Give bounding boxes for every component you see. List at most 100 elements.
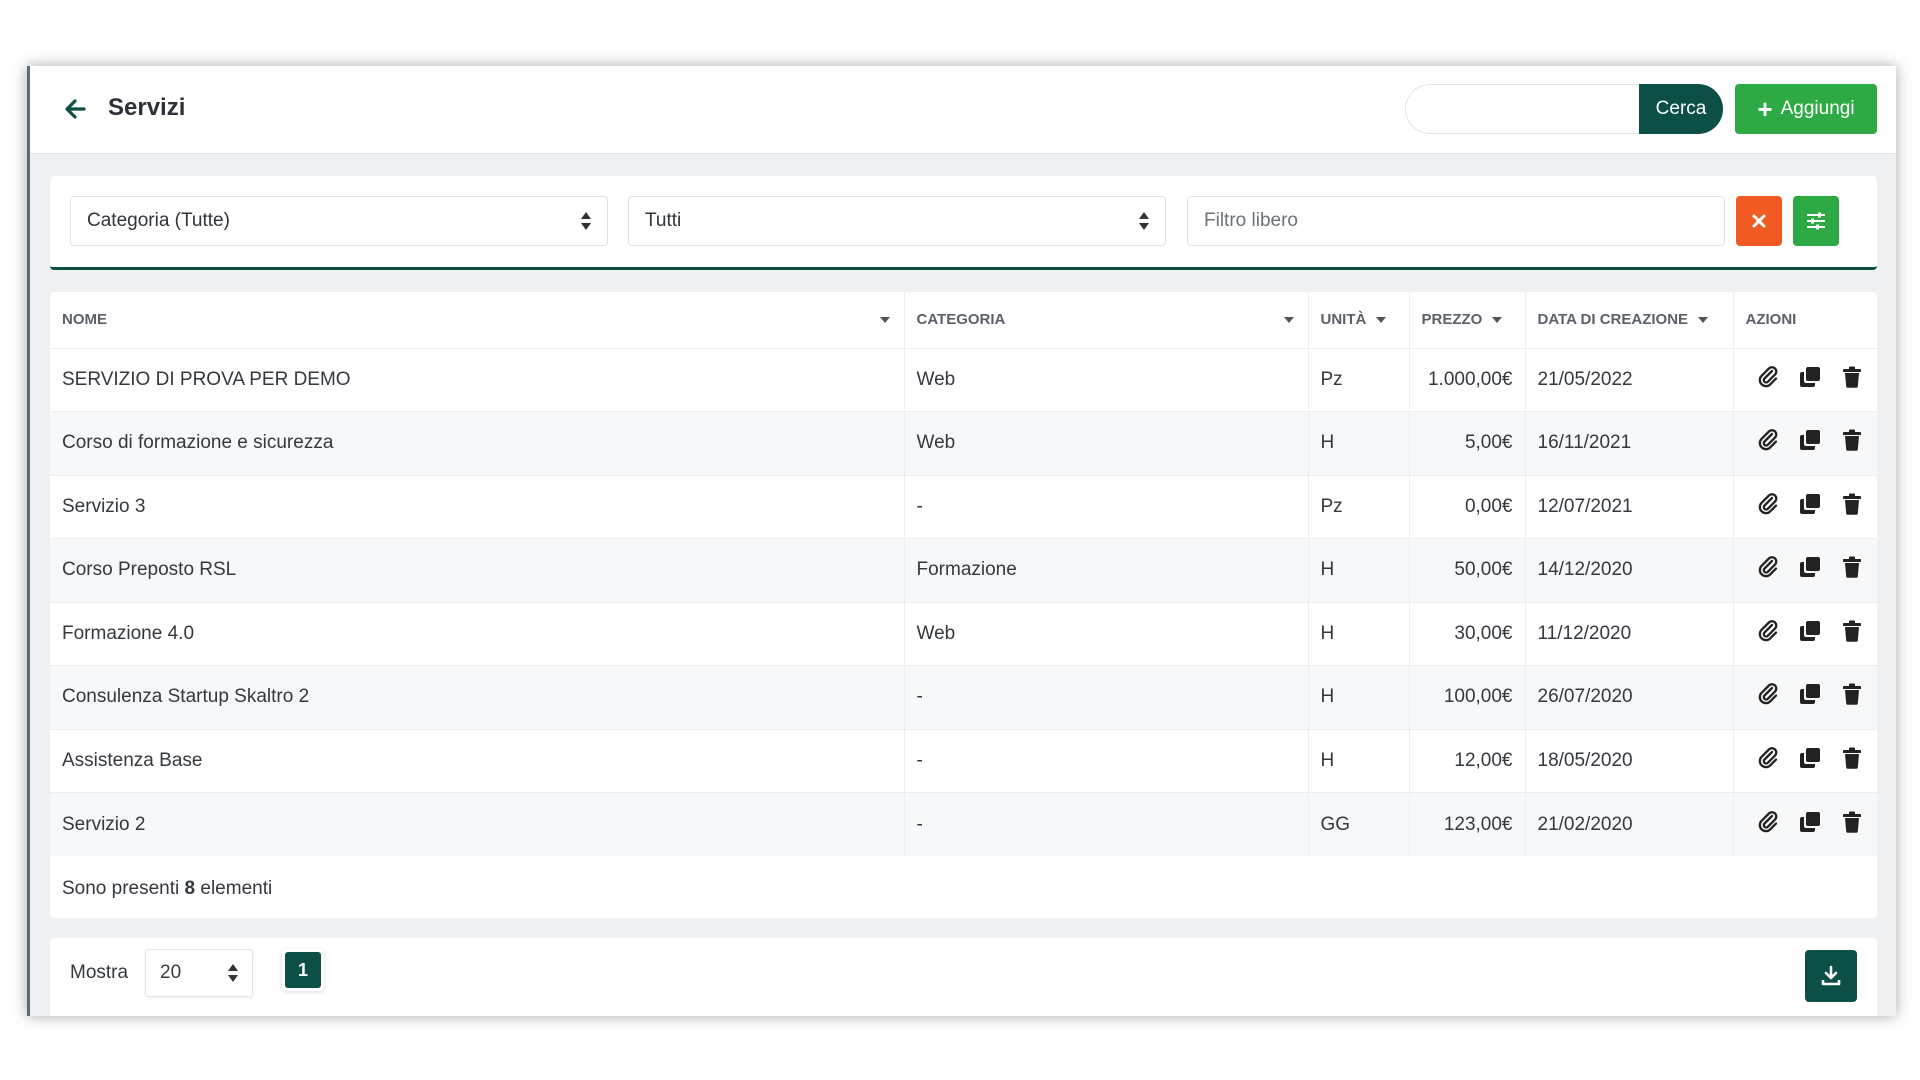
- delete-button[interactable]: [1840, 683, 1864, 709]
- add-button[interactable]: + Aggiungi: [1735, 84, 1877, 134]
- column-header-unita[interactable]: Unità: [1308, 292, 1410, 348]
- cell-data: 12/07/2021: [1525, 474, 1734, 539]
- status-select[interactable]: Tutti: [628, 196, 1166, 246]
- column-header-azioni: Azioni: [1745, 311, 1797, 329]
- duplicate-button[interactable]: [1798, 683, 1822, 711]
- copy-icon: [1799, 366, 1821, 394]
- plus-icon: +: [1757, 94, 1773, 124]
- category-select[interactable]: Categoria (Tutte): [70, 196, 608, 246]
- clear-filters-button[interactable]: [1736, 196, 1782, 246]
- sort-caret-icon: [1283, 317, 1294, 323]
- delete-button[interactable]: [1840, 620, 1864, 648]
- table-row[interactable]: SERVIZIO DI PROVA PER DEMO Web Pz 1.000,00€…: [50, 347, 1877, 412]
- attach-button[interactable]: [1756, 682, 1780, 712]
- delete-button[interactable]: [1840, 366, 1864, 392]
- table-row[interactable]: Assistenza Base - H 12,00€ 18/05/2020: [50, 728, 1877, 793]
- cell-data: 14/12/2020: [1525, 538, 1734, 602]
- duplicate-button[interactable]: [1798, 556, 1822, 584]
- duplicate-button[interactable]: [1798, 747, 1822, 773]
- pagination-bar: Mostra 20 1: [50, 938, 1877, 1016]
- cell-azioni: [1733, 728, 1877, 793]
- duplicate-button[interactable]: [1798, 493, 1822, 521]
- delete-button[interactable]: [1840, 747, 1864, 773]
- table-row[interactable]: Corso Preposto RSL Formazione H 50,00€ 14/12…: [50, 538, 1877, 602]
- search-group: Cerca: [1405, 84, 1723, 134]
- attach-button[interactable]: [1756, 746, 1780, 773]
- arrow-left-icon: [65, 99, 86, 119]
- attach-button[interactable]: [1756, 365, 1780, 392]
- copy-icon: [1799, 683, 1821, 711]
- duplicate-button[interactable]: [1798, 620, 1822, 646]
- duplicate-button[interactable]: [1798, 366, 1822, 394]
- column-header-data[interactable]: Data di creazione: [1525, 292, 1734, 348]
- column-header-categoria[interactable]: Categoria: [904, 292, 1309, 348]
- cell-data: 26/07/2020: [1525, 665, 1734, 729]
- cell-categoria: Web: [904, 347, 1309, 412]
- select-arrows-icon: [228, 964, 238, 982]
- cell-azioni: [1733, 601, 1877, 666]
- table-row[interactable]: Consulenza Startup Skaltro 2- H 100,00€ 26/…: [50, 665, 1877, 729]
- close-icon: [1752, 214, 1766, 228]
- delete-button[interactable]: [1840, 429, 1864, 455]
- row-actions: [1746, 429, 1866, 455]
- export-button[interactable]: [1805, 950, 1857, 1002]
- attach-button[interactable]: [1756, 810, 1780, 840]
- cell-prezzo: 123,00€: [1409, 792, 1526, 856]
- select-arrows-icon: [581, 212, 591, 230]
- attach-button[interactable]: [1756, 429, 1780, 455]
- page-size-select[interactable]: 20: [145, 949, 253, 997]
- page-header: Servizi Cerca + Aggiungi: [30, 66, 1896, 154]
- services-table-card: Nome Categoria Unità Prezzo Data di crea…: [50, 292, 1877, 918]
- cell-azioni: [1733, 411, 1877, 475]
- sort-caret-icon: [879, 317, 890, 323]
- duplicate-button[interactable]: [1798, 430, 1822, 455]
- cell-categoria: -: [904, 728, 1309, 793]
- row-actions: [1746, 682, 1866, 712]
- cell-prezzo: 50,00€: [1409, 538, 1526, 602]
- page-button-current[interactable]: 1: [282, 949, 324, 991]
- page-size-value: 20: [160, 962, 182, 983]
- attach-button[interactable]: [1756, 492, 1780, 519]
- attach-button[interactable]: [1756, 556, 1780, 582]
- cell-prezzo: 5,00€: [1409, 411, 1526, 475]
- cell-prezzo: 0,00€: [1409, 474, 1526, 539]
- table-row[interactable]: Formazione 4.0 Web H 30,00€ 11/12/2020: [50, 601, 1877, 666]
- duplicate-button[interactable]: [1798, 811, 1822, 839]
- cell-data: 18/05/2020: [1525, 728, 1734, 793]
- page-title: Servizi: [108, 94, 186, 121]
- back-button[interactable]: [62, 94, 88, 124]
- paperclip-icon: [1757, 810, 1779, 840]
- copy-icon: [1799, 493, 1821, 521]
- trash-icon: [1842, 556, 1862, 584]
- add-button-label: Aggiungi: [1780, 98, 1855, 119]
- delete-button[interactable]: [1840, 493, 1864, 519]
- cell-prezzo: 1.000,00€: [1409, 347, 1526, 412]
- status-select-value: Tutti: [645, 210, 682, 231]
- delete-button[interactable]: [1840, 556, 1864, 584]
- trash-icon: [1842, 620, 1862, 648]
- cell-categoria: -: [904, 474, 1309, 539]
- table-row[interactable]: Servizio 2- GG 123,00€ 21/02/2020: [50, 792, 1877, 856]
- copy-icon: [1799, 556, 1821, 584]
- cell-unita: H: [1308, 411, 1410, 475]
- search-button[interactable]: Cerca: [1639, 84, 1723, 134]
- column-header-nome[interactable]: Nome: [50, 292, 905, 348]
- search-input[interactable]: [1405, 84, 1639, 134]
- table-header-row: Nome Categoria Unità Prezzo Data di crea…: [50, 292, 1877, 348]
- table-row[interactable]: Corso di formazione e sicurezza Web H 5,00€…: [50, 411, 1877, 475]
- cell-categoria: -: [904, 792, 1309, 856]
- attach-button[interactable]: [1756, 619, 1780, 646]
- cell-data: 21/05/2022: [1525, 347, 1734, 412]
- cell-prezzo: 100,00€: [1409, 665, 1526, 729]
- advanced-filters-button[interactable]: [1793, 196, 1839, 246]
- filter-bar: Categoria (Tutte) Tutti: [50, 176, 1877, 270]
- cell-unita: Pz: [1308, 474, 1410, 539]
- table-row[interactable]: Servizio 3- Pz 0,00€ 12/07/2021: [50, 474, 1877, 539]
- delete-button[interactable]: [1840, 811, 1864, 837]
- copy-icon: [1799, 811, 1821, 839]
- sort-caret-icon: [1492, 317, 1503, 324]
- free-filter-input[interactable]: [1187, 196, 1725, 246]
- column-header-prezzo[interactable]: Prezzo: [1409, 292, 1526, 348]
- row-actions: [1746, 556, 1866, 584]
- paperclip-icon: [1757, 682, 1779, 712]
